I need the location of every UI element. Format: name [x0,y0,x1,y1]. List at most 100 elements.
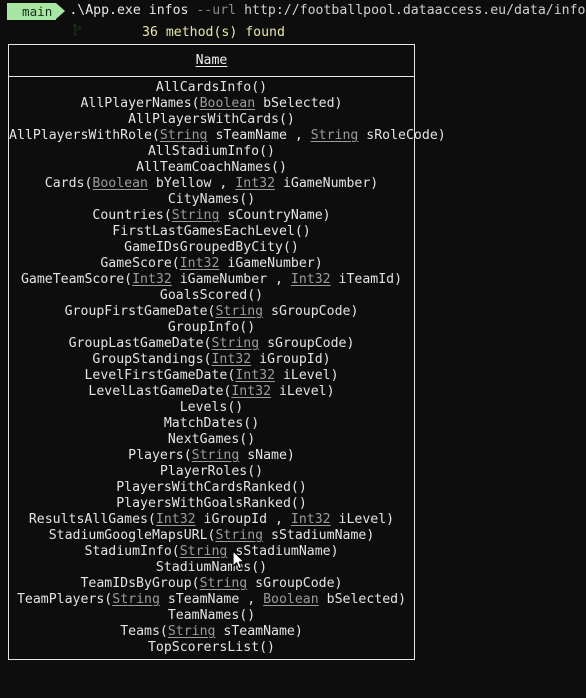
parameter-type: Boolean [263,592,319,607]
method-signature-text: GroupStandings( [92,352,212,367]
parameter-type: Int32 [231,384,272,399]
parameter-type: String [159,128,208,143]
parameter-type: Int32 [155,512,196,527]
parameter-type: Int32 [132,272,172,287]
parameter-type: String [167,624,216,639]
table-header-row: Name [9,45,414,77]
table-row: GroupStandings(Int32 iGroupId) [9,352,414,368]
table-row: GameTeamScore(Int32 iGameNumber , Int32 … [9,272,414,288]
parameter-type: String [211,336,260,351]
table-row: GroupFirstGameDate(String sGroupCode) [9,304,414,320]
method-signature-text: sGroupCode) [259,336,355,351]
command-line: main .\App.exe infos --url http://footba… [0,0,586,36]
method-signature-text: iGroupId) [251,352,331,367]
table-row: Players(String sName) [9,448,414,464]
command-url-value: http://footballpool.dataaccess.eu/data/i… [244,3,586,18]
parameter-type: String [215,528,264,543]
table-row: StadiumNames() [9,560,414,576]
parameter-type: Int32 [211,352,252,367]
method-signature-text: PlayersWithGoalsRanked() [116,496,307,511]
method-signature-text: iLevel) [271,384,335,399]
terminal-window: main .\App.exe infos --url http://footba… [0,0,586,698]
column-header-name: Name [195,52,228,68]
method-signature-text: LevelFirstGameDate( [84,368,236,383]
method-signature-text: GroupFirstGameDate( [64,304,216,319]
parameter-type: Int32 [179,256,220,271]
method-signature-text: PlayersWithCardsRanked() [116,480,307,495]
method-signature-text: TeamPlayers( [16,592,113,607]
table-row: Levels() [9,400,414,416]
table-row: AllCardsInfo() [9,80,414,96]
parameter-type: String [191,448,240,463]
table-row: AllStadiumInfo() [9,144,414,160]
parameter-type: String [179,544,228,559]
table-row: ResultsAllGames(Int32 iGroupId , Int32 i… [9,512,414,528]
table-row: LevelLastGameDate(Int32 iLevel) [9,384,414,400]
command-subcommand: infos [148,3,189,18]
method-signature-text: bSelected) [318,592,407,607]
method-signature-text: GroupLastGameDate( [68,336,212,351]
method-signature-text: sTeamName) [215,624,303,639]
table-row: StadiumGoogleMapsURL(String sStadiumName… [9,528,414,544]
method-signature-text: GameTeamScore( [20,272,133,287]
git-branch-name: main [22,3,53,19]
table-row: GroupLastGameDate(String sGroupCode) [9,336,414,352]
method-signature-text: sTeamName , [159,592,264,607]
method-signature-text: Teams( [120,624,168,639]
method-signature-text: bYellow , [147,176,236,191]
table-row: TeamNames() [9,608,414,624]
method-signature-text: GoalsScored() [159,288,264,303]
method-signature-text: PlayerRoles() [159,464,264,479]
parameter-type: Int32 [290,512,331,527]
table-row: MatchDates() [9,416,414,432]
method-signature-text: ResultsAllGames( [28,512,156,527]
table-row: CityNames() [9,192,414,208]
table-body: AllCardsInfo() AllPlayerNames(Boolean bSe… [9,77,446,659]
parameter-type: String [112,592,160,607]
method-signature-text: AllCardsInfo() [155,80,268,95]
parameter-type: Boolean [92,176,148,191]
table-row: NextGames() [9,432,414,448]
git-branch-badge[interactable]: main [7,2,82,36]
method-signature-text: iGameNumber , [171,272,291,287]
table-row: GameIDsGroupedByCity() [9,240,414,256]
command-executable: .\App.exe [69,3,141,18]
table-row: Countries(String sCountryName) [9,208,414,224]
table-row: AllPlayersWithCards() [9,112,414,128]
method-signature-text: sStadiumName) [263,528,375,543]
method-signature-text: AllPlayerNames( [80,96,200,111]
method-signature-text: TopScorersList() [147,640,276,655]
methods-table: Name AllCardsInfo() AllPlayerNames(Boolea… [8,44,446,660]
command-flag-url: --url [196,3,237,18]
table-row: TopScorersList() [9,640,414,656]
parameter-type: Boolean [199,96,256,111]
method-signature-text: AllTeamCoachNames() [136,160,287,175]
method-signature-text: Cards( [44,176,93,191]
method-signature-text: AllPlayersWithCards() [128,112,295,127]
table-row: AllTeamCoachNames() [9,160,414,176]
table-row: PlayersWithGoalsRanked() [9,496,414,512]
command-space-2 [188,3,196,19]
method-signature-text: TeamIDsByGroup( [80,576,200,591]
method-signature-text: iLevel) [330,512,395,527]
table-row: GameScore(Int32 iGameNumber) [9,256,414,272]
method-signature-text: MatchDates() [163,416,260,431]
method-signature-text: sGroupCode) [247,576,343,591]
table-row: TeamIDsByGroup(String sGroupCode) [9,576,414,592]
method-signature-text: sRoleCode) [358,128,446,143]
methods-found-status: 36 method(s) found [142,25,285,40]
method-signature-text: StadiumInfo( [84,544,180,559]
method-signature-text: NextGames() [167,432,256,447]
method-signature-text: AllPlayersWithRole( [9,128,160,143]
method-signature-text: iTeamId) [330,272,403,287]
method-signature-text: Countries( [92,208,172,223]
method-signature-text: GameIDsGroupedByCity() [124,240,299,255]
method-signature-text: Players( [128,448,192,463]
table-row: AllPlayersWithRole(String sTeamName , St… [9,128,446,144]
method-signature-text: AllStadiumInfo() [147,144,276,159]
parameter-type: Int32 [290,272,331,287]
parameter-type: String [199,576,248,591]
method-signature-text: StadiumGoogleMapsURL( [48,528,216,543]
table-row: PlayerRoles() [9,464,414,480]
method-signature-text: iGameNumber) [219,256,323,271]
